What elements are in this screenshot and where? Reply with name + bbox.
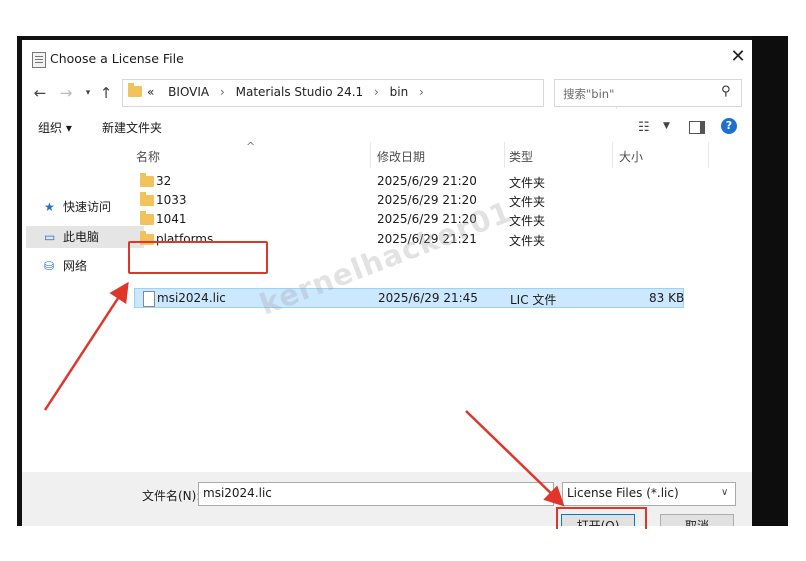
file-type: 文件夹	[509, 176, 546, 190]
command-bar: 组织 ▾ 新建文件夹 ☷ ▼ ?	[22, 110, 752, 142]
open-highlight-box	[556, 507, 647, 529]
file-name: 1041	[156, 212, 187, 226]
filename-label: 文件名(N):	[142, 489, 201, 503]
sidebar-item-label: 网络	[63, 259, 88, 273]
sidebar-item-network[interactable]: ⛁ 网络	[44, 257, 87, 279]
breadcrumb-overflow[interactable]: «	[147, 85, 154, 99]
folder-icon	[140, 192, 154, 206]
close-icon[interactable]: ✕	[728, 46, 748, 68]
view-dropdown-icon[interactable]: ▼	[663, 121, 670, 131]
file-size: 83 KB	[649, 291, 685, 305]
table-row[interactable]: 32 2025/6/29 21:20 文件夹	[134, 172, 684, 192]
star-icon: ★	[44, 200, 55, 214]
column-divider[interactable]	[504, 142, 505, 168]
navigation-bar: ← → ▾ ↑ « BIOVIA › Materials Studio 24.1…	[22, 76, 752, 110]
sidebar-item-this-pc[interactable]: ▭ 此电脑	[26, 226, 144, 248]
file-icon	[143, 291, 155, 307]
file-modified: 2025/6/29 21:45	[378, 291, 478, 305]
file-highlight-box	[128, 241, 268, 274]
window-title: Choose a License File	[50, 51, 184, 66]
folder-icon	[140, 173, 154, 187]
folder-icon	[128, 83, 142, 97]
breadcrumb-separator	[158, 85, 168, 99]
cancel-button[interactable]: 取消	[660, 514, 734, 526]
file-name: msi2024.lic	[157, 291, 226, 305]
preview-pane-icon[interactable]	[689, 121, 705, 134]
breadcrumb: « BIOVIA › Materials Studio 24.1 › bin ›	[147, 85, 431, 99]
organize-button[interactable]: 组织 ▾	[38, 119, 72, 136]
breadcrumb-materials-studio[interactable]: Materials Studio 24.1	[236, 85, 364, 99]
column-divider[interactable]	[708, 142, 709, 168]
address-bar[interactable]: « BIOVIA › Materials Studio 24.1 › bin ›…	[122, 79, 636, 109]
search-icon[interactable]: ⚲	[721, 84, 731, 99]
background-window-strip	[752, 36, 788, 526]
column-header-name[interactable]: 名称	[136, 148, 160, 165]
forward-arrow-icon[interactable]: →	[58, 84, 74, 102]
sidebar-item-label: 快速访问	[63, 200, 112, 214]
table-row[interactable]: 1041 2025/6/29 21:20 文件夹	[134, 210, 684, 230]
file-dialog: Choose a License File ✕ ← → ▾ ↑ « BIOVIA…	[22, 40, 752, 526]
network-icon: ⛁	[44, 259, 55, 273]
column-header-type[interactable]: 类型	[509, 148, 533, 165]
help-icon[interactable]: ?	[721, 118, 737, 134]
file-name: 32	[156, 174, 172, 188]
table-row[interactable]: 1033 2025/6/29 21:20 文件夹	[134, 191, 684, 211]
chevron-right-icon[interactable]: ›	[367, 85, 386, 99]
column-header-modified[interactable]: 修改日期	[377, 148, 425, 165]
chevron-right-icon[interactable]: ›	[213, 85, 232, 99]
folder-icon	[140, 211, 154, 225]
file-name: 1033	[156, 193, 187, 207]
dialog-icon	[32, 52, 46, 68]
search-placeholder: 搜索"bin"	[563, 87, 615, 101]
table-row-selected[interactable]: msi2024.lic 2025/6/29 21:45 LIC 文件 83 KB	[134, 288, 684, 308]
file-type: 文件夹	[509, 234, 546, 248]
file-modified: 2025/6/29 21:20	[377, 193, 477, 207]
computer-icon: ▭	[44, 230, 56, 244]
search-box[interactable]: 搜索"bin" ⚲	[554, 79, 742, 107]
column-divider[interactable]	[612, 142, 613, 168]
file-list: 名称 ^ 修改日期 类型 大小 32 2025/6/29 21:20 文件夹 1…	[128, 140, 752, 472]
chevron-down-icon[interactable]: ∨	[721, 487, 728, 498]
column-header-size[interactable]: 大小	[619, 148, 643, 165]
sidebar-item-label: 此电脑	[63, 230, 100, 244]
sidebar-item-quick-access[interactable]: ★ 快速访问	[44, 198, 111, 220]
filename-value: msi2024.lic	[203, 486, 272, 500]
breadcrumb-biovia[interactable]: BIOVIA	[168, 85, 209, 99]
file-type: LIC 文件	[510, 293, 557, 307]
recent-dropdown-icon[interactable]: ▾	[80, 84, 96, 102]
up-arrow-icon[interactable]: ↑	[98, 84, 114, 102]
new-folder-button[interactable]: 新建文件夹	[102, 119, 162, 136]
filetype-select[interactable]: License Files (*.lic) ∨	[562, 482, 736, 506]
sort-ascending-icon: ^	[246, 140, 256, 153]
title-bar: Choose a License File ✕	[22, 40, 752, 76]
filetype-value: License Files (*.lic)	[567, 486, 679, 500]
back-arrow-icon[interactable]: ←	[32, 84, 48, 102]
view-options-icon[interactable]: ☷	[638, 120, 650, 135]
column-divider[interactable]	[370, 142, 371, 168]
breadcrumb-bin[interactable]: bin	[390, 85, 409, 99]
navigation-pane: ★ 快速访问 ▭ 此电脑 ⛁ 网络	[22, 142, 144, 472]
file-modified: 2025/6/29 21:20	[377, 174, 477, 188]
chevron-right-icon[interactable]: ›	[412, 85, 431, 99]
file-type: 文件夹	[509, 195, 546, 209]
filename-input[interactable]: msi2024.lic ∨	[198, 482, 722, 506]
